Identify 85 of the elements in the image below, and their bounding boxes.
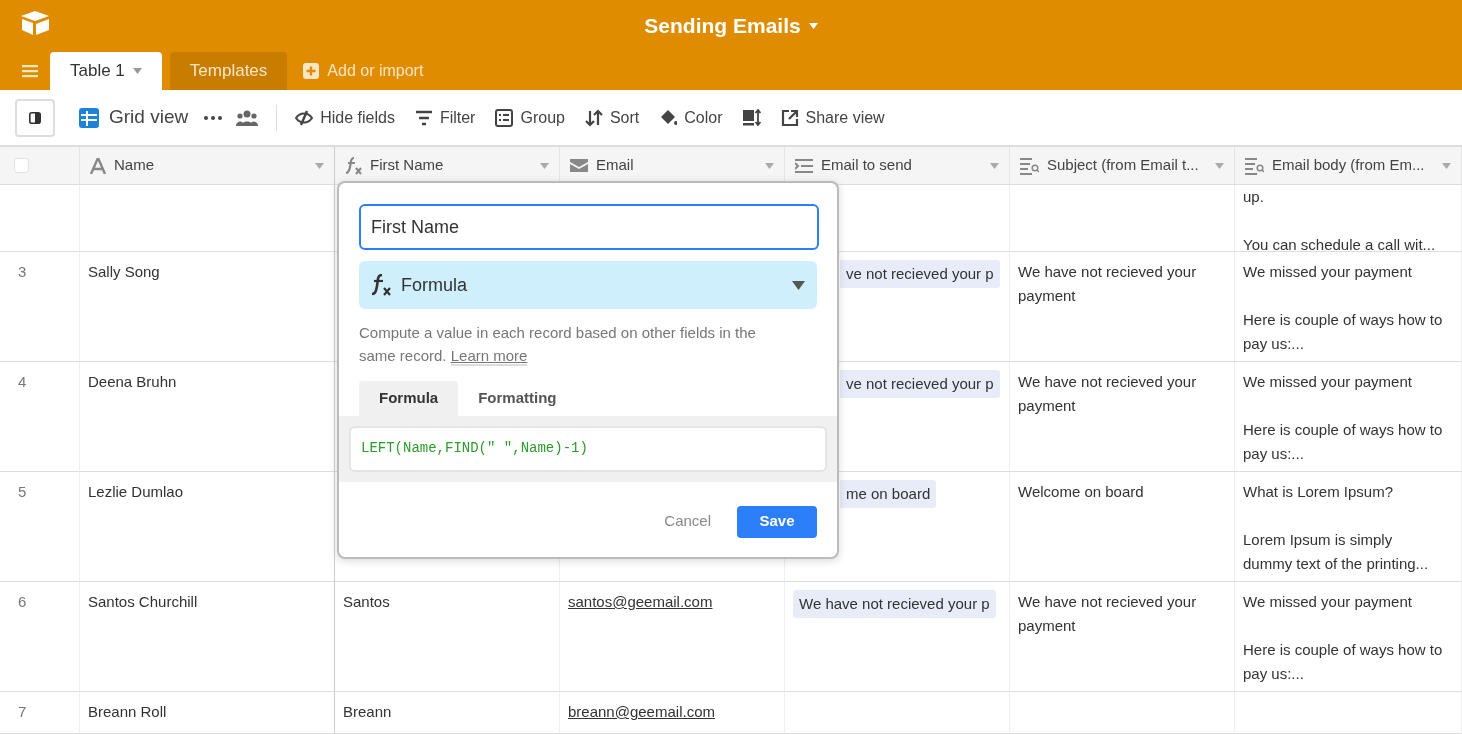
email-body-text: Lorem Ipsum is simply dummy text of the printing... (1243, 530, 1430, 574)
save-button[interactable]: Save (737, 505, 817, 538)
envelope-icon (570, 159, 588, 172)
filter-icon (414, 108, 433, 127)
editor-tab[interactable]: Formatting (458, 381, 577, 416)
function-icon (345, 156, 362, 175)
plus-icon (303, 63, 320, 79)
linked-record-tag[interactable]: me on board (840, 480, 937, 508)
column-header[interactable]: Email to send (785, 147, 1010, 185)
table-cell: Santos (335, 582, 560, 692)
editor-tab[interactable]: Formula (359, 381, 459, 416)
linked-record-tag[interactable]: We have not recieved your p (793, 590, 996, 618)
field-type-select[interactable]: Formula (359, 261, 817, 309)
table-cell: Sally Song (80, 252, 335, 362)
row-number: 7 (0, 692, 80, 734)
email-body-text: Here is couple of ways how to pay us:... (1243, 310, 1443, 354)
email-body-text: up. (1243, 187, 1265, 207)
email-body-text: Here is couple of ways how to pay us:... (1243, 420, 1443, 464)
view-switcher[interactable]: Grid view (69, 99, 199, 136)
caret-icon (1442, 162, 1451, 169)
row-number: 3 (0, 252, 80, 362)
email-link[interactable]: breann@geemail.com (568, 703, 715, 720)
link-list-icon (795, 157, 813, 174)
group-button[interactable]: Group (485, 99, 575, 136)
table-tab[interactable]: Table 1 (50, 52, 162, 90)
table-cell: Breann Roll (80, 692, 335, 734)
select-all-checkbox[interactable] (14, 158, 29, 173)
row-height-icon (742, 109, 761, 126)
lookup-icon (1020, 156, 1039, 175)
table-cell: We have not recieved your payment (1010, 362, 1235, 472)
share-icon (780, 108, 799, 127)
caret-icon (792, 280, 805, 290)
email-body-text: We missed your payment (1243, 262, 1413, 282)
email-link[interactable]: santos@geemail.com (568, 593, 713, 610)
table-cell: Lezlie Dumlao (80, 472, 335, 582)
caret-icon (808, 22, 818, 29)
table-cell: We have not recieved your payment (1010, 582, 1235, 692)
caret-icon (1215, 162, 1224, 169)
letter-a-icon (90, 157, 106, 174)
table-cell: Santos Churchill (80, 582, 335, 692)
sort-button[interactable]: Sort (574, 99, 650, 136)
column-header[interactable]: First Name (335, 147, 560, 185)
row-number: 5 (0, 472, 80, 582)
column-header[interactable]: Email body (from Em... (1235, 147, 1462, 185)
column-header[interactable]: Name (80, 147, 335, 185)
filter-button[interactable]: Filter (404, 99, 486, 136)
row-number: 6 (0, 582, 80, 692)
table-cell: Deena Bruhn (80, 362, 335, 472)
eye-icon (295, 108, 314, 127)
more-icon[interactable] (204, 115, 223, 120)
email-body-text: You can schedule a call wit... (1243, 235, 1437, 251)
field-name-input[interactable]: First Name (359, 204, 819, 250)
caret-icon (315, 162, 324, 169)
grid-icon (79, 107, 99, 128)
people-icon[interactable] (236, 109, 259, 126)
email-body-text: We missed your payment (1243, 372, 1413, 392)
hide-button[interactable]: Hide fields (285, 99, 405, 136)
formula-input[interactable]: LEFT(Name,FIND(" ",Name)-1) (349, 425, 827, 472)
group-icon (495, 108, 514, 127)
table-cell: Welcome on board (1010, 472, 1235, 582)
logo-icon (20, 10, 50, 36)
email-body-text: We missed your payment (1243, 592, 1413, 612)
function-icon (371, 274, 391, 296)
field-description: Compute a value in each record based on other fields in the same record. Learn more (359, 323, 757, 367)
sidebar-icon (29, 111, 41, 124)
table-cell: We have not recieved your payment (1010, 252, 1235, 362)
color-button[interactable]: Color (649, 99, 733, 136)
cancel-button[interactable]: Cancel (658, 509, 717, 534)
caret-icon (765, 162, 774, 169)
caret-icon (132, 68, 142, 74)
linked-record-tag[interactable]: ve not recieved your p (840, 370, 1000, 398)
sidebar-toggle-button[interactable] (15, 98, 55, 137)
sort-icon (584, 108, 603, 127)
email-body-text: Here is couple of ways how to pay us:... (1243, 640, 1443, 684)
linked-record-tag[interactable]: ve not recieved your p (840, 260, 1000, 288)
lookup-icon (1245, 156, 1264, 175)
column-header[interactable]: Subject (from Email t... (1010, 147, 1235, 185)
row-number: 4 (0, 362, 80, 472)
share-button[interactable]: Share view (770, 99, 895, 136)
table-cell: Breann (335, 692, 560, 734)
email-body-text: What is Lorem Ipsum? (1243, 482, 1395, 502)
caret-icon (540, 162, 549, 169)
caret-icon (990, 162, 999, 169)
paint-bucket-icon (659, 108, 678, 127)
learn-more-link[interactable]: Learn more (450, 347, 528, 366)
